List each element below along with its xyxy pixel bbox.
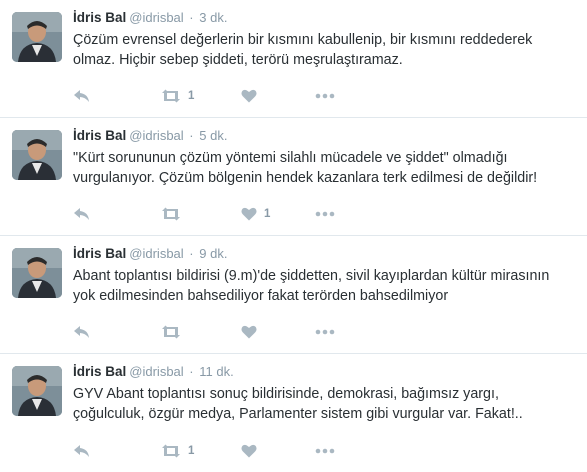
tweet-content: İdris Bal @idrisbal · 5 dk. "Kürt sorunun…: [73, 127, 575, 188]
retweet-button[interactable]: [161, 205, 241, 223]
more-icon: [315, 448, 335, 454]
tweet-timestamp[interactable]: 5 dk.: [199, 128, 227, 143]
reply-icon: [73, 325, 90, 339]
like-button[interactable]: 1: [241, 205, 315, 223]
tweet-content: İdris Bal @idrisbal · 11 dk. GYV Abant to…: [73, 363, 575, 424]
more-button[interactable]: [315, 205, 345, 223]
retweet-button[interactable]: 1: [161, 87, 241, 105]
reply-icon: [73, 444, 90, 458]
author-handle[interactable]: @idrisbal: [129, 128, 183, 143]
retweet-count: 1: [188, 90, 195, 102]
avatar[interactable]: [12, 248, 62, 298]
more-button[interactable]: [315, 323, 345, 341]
more-button[interactable]: [315, 442, 345, 460]
separator-dot: ·: [189, 128, 194, 143]
more-icon: [315, 329, 335, 335]
more-icon: [315, 93, 335, 99]
separator-dot: ·: [189, 364, 194, 379]
tweet-actions: [73, 323, 345, 341]
tweet-item[interactable]: İdris Bal @idrisbal · 3 dk. Çözüm evrense…: [0, 0, 587, 118]
author-handle[interactable]: @idrisbal: [129, 246, 183, 261]
tweet-header: İdris Bal @idrisbal · 3 dk.: [73, 9, 575, 27]
author-name[interactable]: İdris Bal: [73, 128, 126, 143]
author-name[interactable]: İdris Bal: [73, 364, 126, 379]
heart-icon: [241, 207, 257, 221]
heart-icon: [241, 444, 257, 458]
author-name[interactable]: İdris Bal: [73, 10, 126, 25]
separator-dot: ·: [189, 10, 194, 25]
like-button[interactable]: [241, 87, 315, 105]
avatar[interactable]: [12, 366, 62, 416]
author-handle[interactable]: @idrisbal: [129, 10, 183, 25]
separator-dot: ·: [189, 246, 194, 261]
tweet-timestamp[interactable]: 9 dk.: [199, 246, 227, 261]
tweet-text: Abant toplantısı bildirisi (9.m)'de şidd…: [73, 268, 550, 304]
avatar[interactable]: [12, 12, 62, 62]
tweet-header: İdris Bal @idrisbal · 9 dk.: [73, 245, 575, 263]
tweet-text: GYV Abant toplantısı sonuç bildirisinde,…: [73, 386, 523, 422]
tweet-timeline: İdris Bal @idrisbal · 3 dk. Çözüm evrense…: [0, 0, 587, 472]
heart-icon: [241, 89, 257, 103]
like-count: 1: [264, 208, 271, 220]
like-button[interactable]: [241, 442, 315, 460]
more-button[interactable]: [315, 87, 345, 105]
reply-button[interactable]: [73, 205, 161, 223]
tweet-actions: 1: [73, 442, 345, 460]
retweet-icon: [161, 89, 181, 103]
tweet-text: Çözüm evrensel değerlerin bir kısmını ka…: [73, 32, 533, 68]
tweet-header: İdris Bal @idrisbal · 11 dk.: [73, 363, 575, 381]
reply-button[interactable]: [73, 87, 161, 105]
tweet-item[interactable]: İdris Bal @idrisbal · 5 dk. "Kürt sorunun…: [0, 118, 587, 236]
tweet-timestamp[interactable]: 11 dk.: [199, 364, 233, 379]
tweet-actions: 1: [73, 205, 345, 223]
retweet-icon: [161, 325, 181, 339]
tweet-item[interactable]: İdris Bal @idrisbal · 11 dk. GYV Abant to…: [0, 354, 587, 472]
retweet-button[interactable]: [161, 323, 241, 341]
tweet-item[interactable]: İdris Bal @idrisbal · 9 dk. Abant toplant…: [0, 236, 587, 354]
retweet-count: 1: [188, 445, 195, 457]
more-icon: [315, 211, 335, 217]
author-name[interactable]: İdris Bal: [73, 246, 126, 261]
retweet-button[interactable]: 1: [161, 442, 241, 460]
retweet-icon: [161, 207, 181, 221]
tweet-text: "Kürt sorununun çözüm yöntemi silahlı mü…: [73, 150, 538, 186]
tweet-header: İdris Bal @idrisbal · 5 dk.: [73, 127, 575, 145]
heart-icon: [241, 325, 257, 339]
tweet-timestamp[interactable]: 3 dk.: [199, 10, 227, 25]
reply-icon: [73, 89, 90, 103]
like-button[interactable]: [241, 323, 315, 341]
tweet-content: İdris Bal @idrisbal · 3 dk. Çözüm evrense…: [73, 9, 575, 70]
reply-icon: [73, 207, 90, 221]
author-handle[interactable]: @idrisbal: [129, 364, 183, 379]
tweet-content: İdris Bal @idrisbal · 9 dk. Abant toplant…: [73, 245, 575, 306]
reply-button[interactable]: [73, 323, 161, 341]
tweet-actions: 1: [73, 87, 345, 105]
reply-button[interactable]: [73, 442, 161, 460]
retweet-icon: [161, 444, 181, 458]
avatar[interactable]: [12, 130, 62, 180]
